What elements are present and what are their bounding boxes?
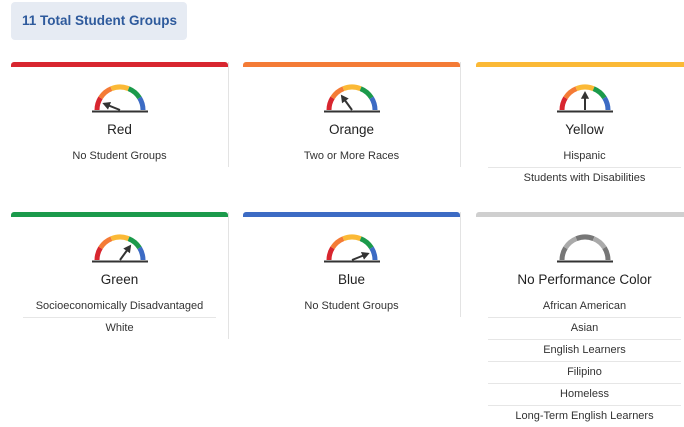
list-item: White	[105, 322, 134, 334]
gauge-needle-arrowhead	[122, 244, 131, 254]
performance-card-yellow: Yellow Hispanic Students with Disabiliti…	[476, 62, 684, 189]
list-item: African American	[488, 296, 681, 318]
gauge-segment	[341, 84, 362, 92]
gauge-segment	[574, 84, 595, 92]
gauge-icon	[556, 84, 613, 113]
gauge-segment	[109, 84, 130, 92]
performance-card-green: Green Socioeconomically Disadvantaged Wh…	[11, 212, 229, 339]
gauge-segment	[94, 96, 103, 111]
gauge-needle-arrowhead	[340, 94, 349, 104]
gauge-segment	[368, 96, 377, 111]
gauge-segment	[562, 86, 577, 100]
list-item: English Learners	[488, 340, 681, 362]
gauge-segment	[559, 96, 568, 111]
performance-card-orange: Orange Two or More Races	[243, 62, 461, 167]
color-bar	[243, 62, 460, 67]
student-group-list: Hispanic Students with Disabilities	[488, 146, 681, 189]
gauge-icon	[323, 234, 380, 263]
performance-color-label: Yellow	[565, 122, 604, 137]
student-group-list: No Student Groups	[23, 146, 216, 167]
gauge-segment	[136, 96, 145, 111]
color-bar	[476, 212, 684, 217]
list-item: Socioeconomically Disadvantaged	[23, 296, 216, 318]
gauge-segment	[136, 246, 145, 261]
gauge-needle-arrowhead	[580, 91, 589, 99]
gauge-segment	[592, 86, 607, 100]
list-item: Hispanic	[488, 146, 681, 168]
list-item: Asian	[488, 318, 681, 340]
gauge-segment	[326, 246, 335, 261]
gauge-segment	[97, 86, 112, 100]
gauge-segment	[341, 234, 362, 242]
list-item: Homeless	[488, 384, 681, 406]
color-bar	[11, 62, 228, 67]
performance-color-label: No Performance Color	[517, 272, 652, 287]
gauge-segment	[359, 236, 374, 250]
gauge-icon	[323, 84, 380, 113]
gauge-segment	[592, 236, 607, 250]
gauge-segment	[94, 246, 103, 261]
gauge-icon	[556, 234, 613, 263]
color-bar	[11, 212, 228, 217]
gauge-segment	[127, 86, 142, 100]
gauge-segment	[601, 96, 610, 111]
performance-color-label: Red	[107, 122, 132, 137]
gauge-icon	[91, 234, 148, 263]
gauge-segment	[574, 234, 595, 242]
gauge-segment	[562, 236, 577, 250]
student-group-list: No Student Groups	[255, 296, 448, 317]
gauge-segment	[368, 246, 377, 261]
performance-color-label: Blue	[337, 272, 366, 287]
list-item: No Student Groups	[72, 150, 167, 162]
student-group-list: African American Asian English Learners …	[488, 296, 681, 427]
gauge-segment	[559, 246, 568, 261]
gauge-icon	[91, 84, 148, 113]
student-group-list: Socioeconomically Disadvantaged White	[23, 296, 216, 339]
performance-card-red: Red No Student Groups	[11, 62, 229, 167]
gauge-segment	[326, 96, 335, 111]
gauge-segment	[97, 236, 112, 250]
list-item: No Student Groups	[304, 300, 399, 312]
performance-color-label: Green	[100, 272, 139, 287]
student-group-list: Two or More Races	[255, 146, 448, 167]
list-item: Long-Term English Learners	[515, 410, 654, 422]
gauge-segment	[109, 234, 130, 242]
gauge-segment	[329, 236, 344, 250]
total-student-groups-badge: 11 Total Student Groups	[11, 2, 187, 40]
color-bar	[476, 62, 684, 67]
performance-card-blue: Blue No Student Groups	[243, 212, 461, 317]
color-bar	[243, 212, 460, 217]
gauge-segment	[601, 246, 610, 261]
performance-card-no-color: No Performance Color African American As…	[476, 212, 684, 427]
gauge-segment	[359, 86, 374, 100]
list-item: Two or More Races	[303, 150, 400, 162]
performance-color-label: Orange	[328, 122, 375, 137]
list-item: Students with Disabilities	[523, 172, 646, 184]
list-item: Filipino	[488, 362, 681, 384]
